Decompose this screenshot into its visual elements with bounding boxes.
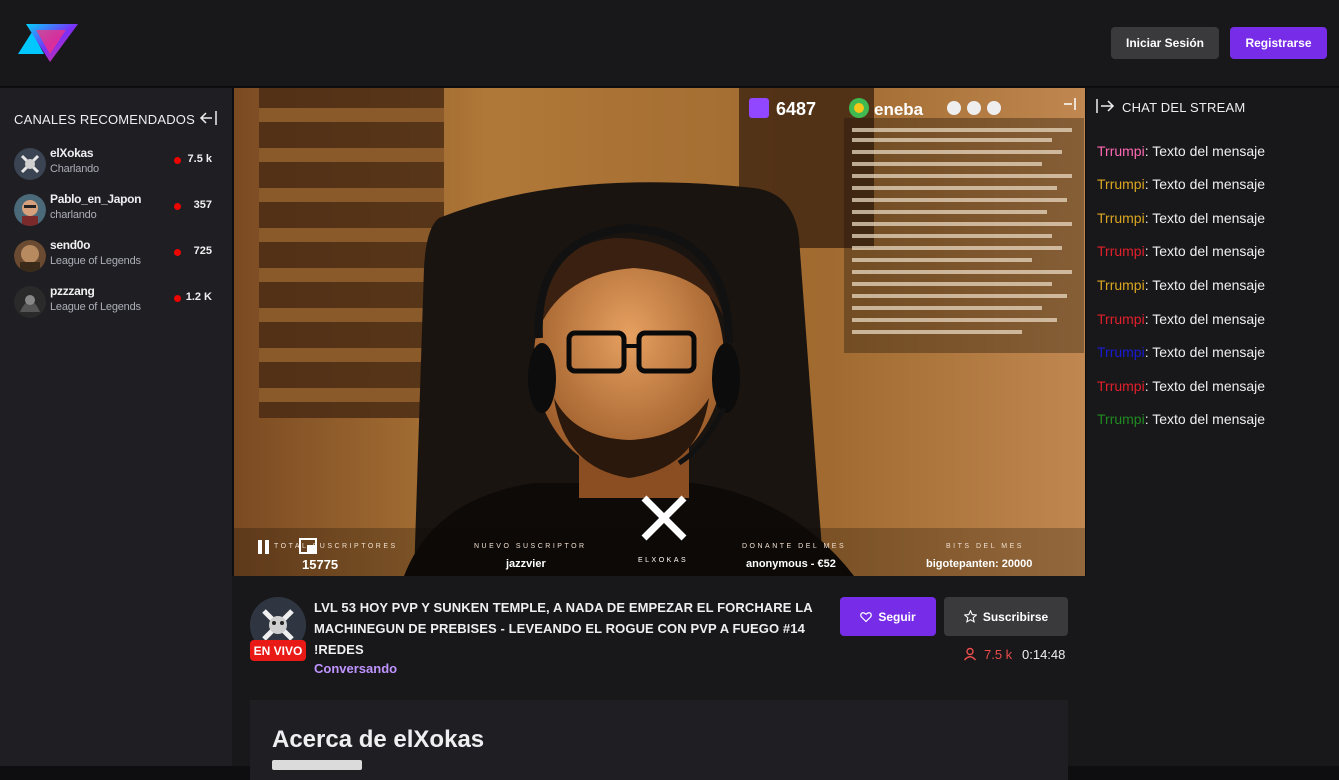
follow-button[interactable]: Seguir <box>840 597 936 636</box>
chat-message: Trrumpi: Texto del mensaje <box>1097 378 1265 394</box>
donor-value: anonymous - €52 <box>746 558 836 570</box>
subscribe-button[interactable]: Suscribirse <box>944 597 1068 636</box>
chat-message: Trrumpi: Texto del mensaje <box>1097 243 1265 259</box>
follow-label: Seguir <box>878 609 916 624</box>
expand-chat-icon[interactable] <box>1095 98 1115 114</box>
chat-message: Trrumpi: Texto del mensaje <box>1097 210 1265 226</box>
channel-name: Pablo_en_Japon <box>50 192 142 206</box>
channel-item-send0o[interactable]: send0o League of Legends 725 <box>14 238 218 274</box>
chat-message: Trrumpi: Texto del mensaje <box>1097 311 1265 327</box>
live-dot <box>174 157 181 164</box>
about-title: Acerca de elXokas <box>272 726 485 753</box>
login-button[interactable]: Iniciar Sesión <box>1111 27 1219 59</box>
sidebar-title: CANALES RECOMENDADOS <box>14 112 195 127</box>
channel-game: charlando <box>50 209 97 221</box>
chat-title: CHAT DEL STREAM <box>1122 100 1246 115</box>
chat-message: Trrumpi: Texto del mensaje <box>1097 143 1265 159</box>
chat-text: : Texto del mensaje <box>1144 243 1266 259</box>
channel-viewers: 7.5 k <box>187 153 212 165</box>
chat-username[interactable]: Trrumpi <box>1097 344 1145 360</box>
bits-label: BITS DEL MES <box>946 543 1024 550</box>
chat-text: : Texto del mensaje <box>1144 176 1266 192</box>
stream-chat: CHAT DEL STREAM Trrumpi: Texto del mensa… <box>1086 88 1339 766</box>
total-subs-value: 15775 <box>302 557 338 572</box>
viewers-icon <box>963 647 977 661</box>
chat-text: : Texto del mensaje <box>1144 344 1266 360</box>
channel-game: League of Legends <box>50 255 141 267</box>
chat-message: Trrumpi: Texto del mensaje <box>1097 344 1265 360</box>
live-badge: EN VIVO <box>250 640 306 661</box>
total-subs-label: TOTAL SUSCRIPTORES <box>274 543 398 550</box>
stream-uptime: 0:14:48 <box>1022 647 1066 662</box>
avatar <box>14 286 46 318</box>
stream-info-panel: EN VIVO LVL 53 HOY PVP Y SUNKEN TEMPLE, … <box>232 576 1086 780</box>
main-content: 6487 eneba TOTAL SUSCRIPTORES 15775 NUEV… <box>232 88 1086 780</box>
video-frame: 6487 eneba TOTAL SUSCRIPTORES 15775 NUEV… <box>234 88 1085 576</box>
channel-item-pablo-en-japon[interactable]: Pablo_en_Japon charlando 357 <box>14 192 218 228</box>
top-bar: Iniciar Sesión Registrarse <box>0 0 1339 87</box>
chat-text: : Texto del mensaje <box>1144 210 1266 226</box>
donor-label: DONANTE DEL MES <box>742 543 846 550</box>
follower-count: 6487 <box>776 99 816 119</box>
star-icon <box>963 610 977 623</box>
chat-username[interactable]: Trrumpi <box>1097 210 1145 226</box>
channel-viewers: 1.2 K <box>185 291 212 303</box>
brand-label: ELXOKAS <box>638 557 688 564</box>
about-subtitle-cropped <box>272 760 362 770</box>
chat-message: Trrumpi: Texto del mensaje <box>1097 277 1265 293</box>
viewer-count: 7.5 k <box>984 647 1013 662</box>
video-player[interactable]: 6487 eneba TOTAL SUSCRIPTORES 15775 NUEV… <box>234 88 1085 576</box>
chat-username[interactable]: Trrumpi <box>1097 378 1145 394</box>
chat-message: Trrumpi: Texto del mensaje <box>1097 411 1265 427</box>
chat-username[interactable]: Trrumpi <box>1097 277 1145 293</box>
live-dot <box>174 295 181 302</box>
sponsor-name: eneba <box>874 100 924 119</box>
channel-viewers: 725 <box>193 245 212 257</box>
heart-icon <box>860 611 873 622</box>
channel-viewers: 357 <box>193 199 212 211</box>
chat-username[interactable]: Trrumpi <box>1097 311 1145 327</box>
chat-text: : Texto del mensaje <box>1144 311 1266 327</box>
channel-name: send0o <box>50 238 91 252</box>
chat-username[interactable]: Trrumpi <box>1097 176 1145 192</box>
chat-text: : Texto del mensaje <box>1144 143 1266 159</box>
chat-text: : Texto del mensaje <box>1144 378 1266 394</box>
about-section: Acerca de elXokas <box>250 700 1068 780</box>
avatar <box>14 194 46 226</box>
avatar <box>14 240 46 272</box>
bits-value: bigotepanten: 20000 <box>926 558 1032 570</box>
chat-username[interactable]: Trrumpi <box>1097 243 1145 259</box>
channel-game: League of Legends <box>50 301 141 313</box>
recommended-channels-sidebar: CANALES RECOMENDADOS elXokas Charlando 7… <box>0 88 232 766</box>
chat-message: Trrumpi: Texto del mensaje <box>1097 176 1265 192</box>
register-button[interactable]: Registrarse <box>1230 27 1327 59</box>
channel-item-pzzzang[interactable]: pzzzang League of Legends 1.2 K <box>14 284 218 320</box>
new-sub-value: jazzvier <box>505 558 546 570</box>
stream-category-link[interactable]: Conversando <box>314 661 397 676</box>
stream-title: LVL 53 HOY PVP Y SUNKEN TEMPLE, A NADA D… <box>314 600 813 657</box>
channel-name: pzzzang <box>50 284 95 298</box>
chat-username[interactable]: Trrumpi <box>1097 411 1145 427</box>
channel-item-elxokas[interactable]: elXokas Charlando 7.5 k <box>14 146 218 182</box>
avatar <box>14 148 46 180</box>
collapse-sidebar-icon[interactable] <box>199 110 219 126</box>
twitch-icon <box>749 98 769 118</box>
channel-game: Charlando <box>50 163 99 175</box>
channel-name: elXokas <box>50 146 94 160</box>
chat-username[interactable]: Trrumpi <box>1097 143 1145 159</box>
logo-icon[interactable] <box>18 20 80 64</box>
new-sub-label: NUEVO SUSCRIPTOR <box>474 543 587 550</box>
live-dot <box>174 249 181 256</box>
chat-text: : Texto del mensaje <box>1144 411 1266 427</box>
subscribe-label: Suscribirse <box>982 609 1049 624</box>
live-dot <box>174 203 181 210</box>
chat-text: : Texto del mensaje <box>1144 277 1266 293</box>
